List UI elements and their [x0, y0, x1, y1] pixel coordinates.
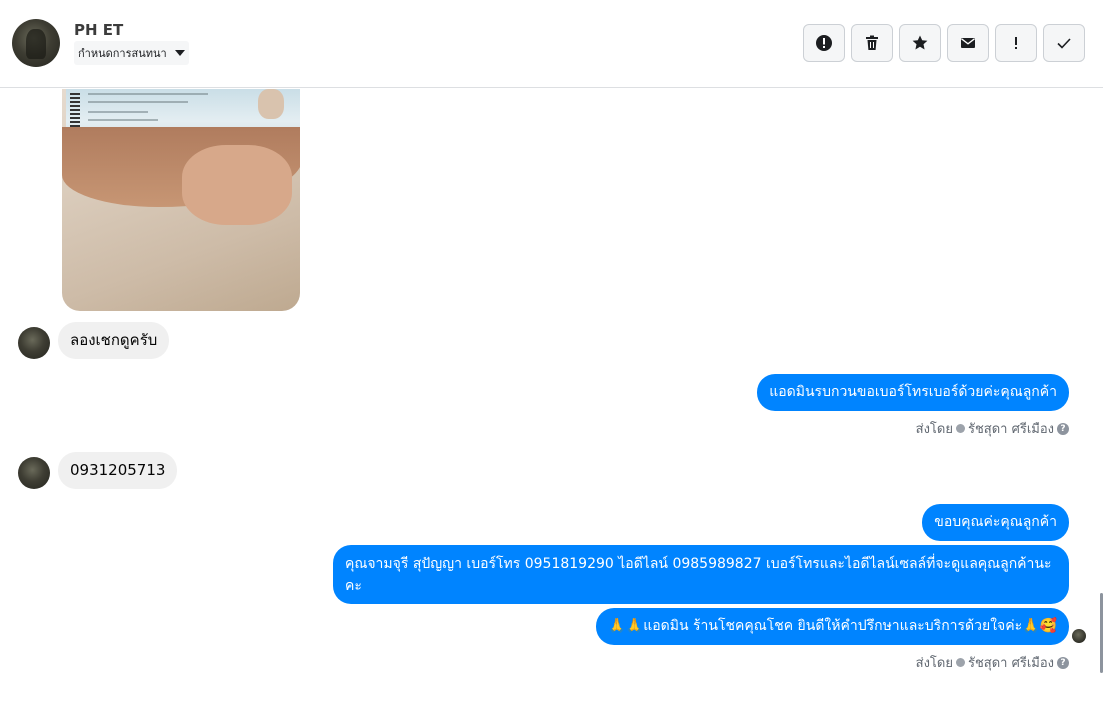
conversation-settings-label: กำหนดการสนทนา: [78, 47, 167, 60]
report-button[interactable]: [803, 24, 845, 62]
sent-by-name[interactable]: รัชสุดา ศรีเมือง: [968, 418, 1054, 439]
conversation-header: PH ET กำหนดการสนทนา: [0, 0, 1103, 88]
outgoing-message[interactable]: ขอบคุณค่ะคุณลูกค้า: [922, 504, 1069, 541]
caret-down-icon: [174, 50, 185, 56]
sender-avatar[interactable]: [18, 327, 50, 359]
incoming-message[interactable]: ลองเชกดูครับ: [58, 322, 170, 359]
mark-done-button[interactable]: [1043, 24, 1085, 62]
outgoing-message[interactable]: 🙏🙏แอดมิน ร้านโชคคุณโชค ยินดีให้คำปรึกษาแ…: [596, 608, 1069, 645]
page-badge-icon: [955, 424, 965, 433]
message-thread[interactable]: ลองเชกดูครับ แอดมินรบกวนขอเบอร์โทรเบอร์ด…: [0, 89, 1103, 703]
read-receipt-avatar: [1072, 629, 1086, 643]
sent-by-name[interactable]: รัชสุดา ศรีเมือง: [968, 652, 1054, 673]
star-button[interactable]: [899, 24, 941, 62]
envelope-icon: [961, 38, 975, 48]
contact-avatar[interactable]: [12, 19, 60, 67]
sent-by-prefix: ส่งโดย: [915, 422, 953, 437]
help-icon[interactable]: ?: [1057, 656, 1069, 669]
sender-avatar[interactable]: [18, 457, 50, 489]
sent-by-label: ส่งโดย รัชสุดา ศรีเมือง ?: [916, 652, 1069, 673]
incoming-message[interactable]: 0931205713: [58, 452, 178, 489]
header-actions: [803, 24, 1085, 62]
trash-icon: [866, 35, 878, 50]
page-badge-icon: [955, 658, 965, 667]
star-icon: [912, 35, 928, 50]
exclamation-icon: [1015, 37, 1017, 49]
important-button[interactable]: [995, 24, 1037, 62]
conversation-settings-dropdown[interactable]: กำหนดการสนทนา: [74, 41, 189, 65]
photo-attachment[interactable]: [62, 89, 300, 311]
exclamation-circle-icon: [816, 35, 832, 51]
outgoing-message[interactable]: แอดมินรบกวนขอเบอร์โทรเบอร์ด้วยค่ะคุณลูกค…: [757, 374, 1069, 411]
sent-by-prefix: ส่งโดย: [915, 656, 953, 671]
check-icon: [1057, 38, 1071, 49]
delete-button[interactable]: [851, 24, 893, 62]
contact-name[interactable]: PH ET: [74, 21, 123, 39]
mark-unread-button[interactable]: [947, 24, 989, 62]
outgoing-message[interactable]: คุณจามจุรี สุปัญญา เบอร์โทร 0951819290 ไ…: [333, 545, 1069, 604]
help-icon[interactable]: ?: [1057, 422, 1069, 435]
sent-by-label: ส่งโดย รัชสุดา ศรีเมือง ?: [916, 418, 1069, 439]
